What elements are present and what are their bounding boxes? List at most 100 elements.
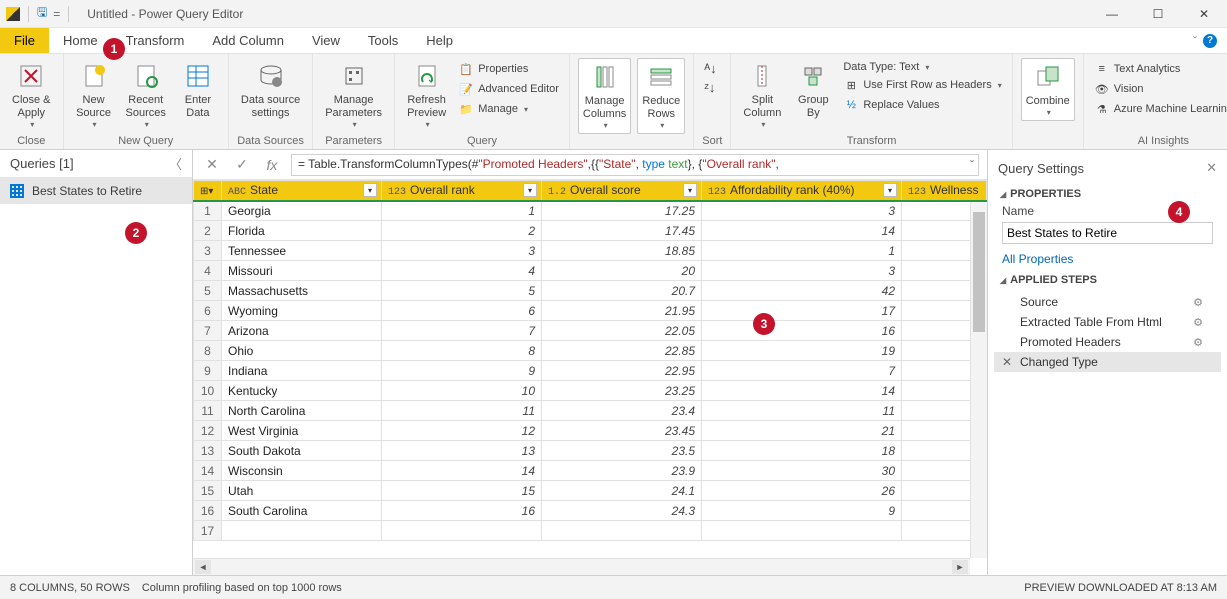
sort-desc-button[interactable]: ᶻ↓	[702, 79, 718, 96]
save-icon[interactable]: 🖫	[37, 3, 47, 24]
vertical-scrollbar[interactable]	[970, 202, 987, 558]
table-row[interactable]: 9Indiana922.957	[194, 361, 987, 381]
accept-formula-icon[interactable]: ✓	[231, 156, 253, 173]
ribbon-collapse-icon[interactable]: ˇ	[1193, 34, 1197, 48]
table-row[interactable]: 10Kentucky1023.2514	[194, 381, 987, 401]
recent-sources-button[interactable]: Recent Sources	[122, 58, 170, 132]
tab-tools[interactable]: Tools	[354, 28, 412, 53]
data-source-settings-button[interactable]: Data source settings	[237, 58, 304, 122]
queries-panel-header: Queries [1]	[10, 156, 74, 171]
azure-ml-button[interactable]: ⚗Azure Machine Learning	[1092, 100, 1227, 118]
status-profiling: Column profiling based on top 1000 rows	[142, 582, 342, 594]
cancel-formula-icon[interactable]: ✕	[201, 156, 223, 173]
table-row[interactable]: 15Utah1524.126	[194, 481, 987, 501]
titlebar: 🖫 = Untitled - Power Query Editor — ☐ ✕	[0, 0, 1227, 28]
close-apply-button[interactable]: Close & Apply	[8, 58, 55, 132]
replace-values-button[interactable]: ½Replace Values	[841, 96, 1003, 114]
step-gear-icon[interactable]: ⚙	[1193, 316, 1203, 329]
query-item[interactable]: Best States to Retire	[0, 178, 192, 204]
filter-icon[interactable]: ▾	[523, 183, 537, 197]
maximize-button[interactable]: ☐	[1135, 0, 1181, 28]
sort-asc-button[interactable]: ᴬ↓	[702, 60, 718, 77]
all-properties-link[interactable]: All Properties	[988, 250, 1227, 268]
table-row[interactable]: 13South Dakota1323.518	[194, 441, 987, 461]
advanced-editor-button[interactable]: 📝Advanced Editor	[456, 80, 561, 98]
grid-corner[interactable]: ⊞▾	[194, 181, 222, 201]
callout-3: 3	[753, 313, 775, 335]
table-row[interactable]: 6Wyoming621.9517	[194, 301, 987, 321]
group-sort-label: Sort	[702, 133, 722, 147]
step-gear-icon[interactable]: ⚙	[1193, 296, 1203, 309]
table-row[interactable]: 5Massachusetts520.742	[194, 281, 987, 301]
group-datasources-label: Data Sources	[237, 133, 304, 147]
reduce-rows-button[interactable]: Reduce Rows	[637, 58, 685, 134]
fx-icon[interactable]: fx	[261, 157, 283, 173]
enter-data-button[interactable]: Enter Data	[176, 58, 220, 122]
split-column-button[interactable]: Split Column	[739, 58, 785, 132]
group-combine-label	[1021, 133, 1075, 147]
col-state[interactable]: ABCState▾	[222, 181, 382, 201]
filter-icon[interactable]: ▾	[683, 183, 697, 197]
callout-1: 1	[103, 38, 125, 60]
group-close-label: Close	[8, 133, 55, 147]
properties-section-header[interactable]: PROPERTIES	[988, 182, 1227, 202]
tab-help[interactable]: Help	[412, 28, 467, 53]
group-params-label: Parameters	[321, 133, 386, 147]
vision-button[interactable]: 👁Vision	[1092, 80, 1227, 98]
minimize-button[interactable]: —	[1089, 0, 1135, 28]
table-row[interactable]: 2Florida217.4514	[194, 221, 987, 241]
name-label: Name	[988, 202, 1227, 220]
preview-area: ✕ ✓ fx = Table.TransformColumnTypes(#"Pr…	[193, 150, 987, 575]
ribbon: Close & Apply Close New Source Recent So…	[0, 54, 1227, 150]
horizontal-scrollbar[interactable]: ◄►	[193, 558, 970, 575]
table-row[interactable]: 14Wisconsin1423.930	[194, 461, 987, 481]
data-type-button[interactable]: Data Type: Text	[841, 60, 1003, 74]
table-row[interactable]: 7Arizona722.0516	[194, 321, 987, 341]
combine-button[interactable]: Combine	[1021, 58, 1075, 121]
col-overall-rank[interactable]: 123Overall rank▾	[382, 181, 542, 201]
group-query-label: Query	[403, 133, 561, 147]
formula-expand-icon[interactable]: ˇ	[970, 158, 974, 172]
applied-step[interactable]: Source⚙	[994, 292, 1221, 312]
manage-parameters-button[interactable]: Manage Parameters	[321, 58, 386, 132]
applied-step[interactable]: ✕Changed Type	[994, 352, 1221, 372]
qat-dropdown[interactable]: =	[53, 7, 60, 21]
formula-bar[interactable]: = Table.TransformColumnTypes(#"Promoted …	[291, 154, 979, 176]
new-source-button[interactable]: New Source	[72, 58, 116, 132]
text-analytics-button[interactable]: ≡Text Analytics	[1092, 60, 1227, 78]
table-row[interactable]: 4Missouri4203	[194, 261, 987, 281]
status-bar: 8 COLUMNS, 50 ROWS Column profiling base…	[0, 575, 1227, 599]
applied-step[interactable]: Promoted Headers⚙	[994, 332, 1221, 352]
callout-2: 2	[125, 222, 147, 244]
table-row[interactable]: 8Ohio822.8519	[194, 341, 987, 361]
applied-steps-header[interactable]: APPLIED STEPS	[988, 268, 1227, 288]
filter-icon[interactable]: ▾	[363, 183, 377, 197]
close-settings-icon[interactable]: ✕	[1206, 160, 1217, 176]
tab-view[interactable]: View	[298, 28, 354, 53]
tab-add-column[interactable]: Add Column	[198, 28, 298, 53]
manage-columns-button[interactable]: Manage Columns	[578, 58, 631, 134]
manage-query-button[interactable]: 📁Manage	[456, 100, 561, 118]
step-gear-icon[interactable]: ⚙	[1193, 336, 1203, 349]
query-name-input[interactable]	[1002, 222, 1213, 244]
first-row-headers-button[interactable]: ⊞Use First Row as Headers	[841, 76, 1003, 94]
table-row[interactable]: 16South Carolina1624.39	[194, 501, 987, 521]
group-by-button[interactable]: Group By	[791, 58, 835, 122]
table-row[interactable]: 3Tennessee318.851	[194, 241, 987, 261]
table-row[interactable]: 11North Carolina1123.411	[194, 401, 987, 421]
delete-step-icon[interactable]: ✕	[1002, 355, 1012, 369]
col-wellness[interactable]: 123Wellness	[902, 181, 987, 201]
close-window-button[interactable]: ✕	[1181, 0, 1227, 28]
data-grid[interactable]: ⊞▾ ABCState▾ 123Overall rank▾ 1.2Overall…	[193, 180, 987, 541]
tab-file[interactable]: File	[0, 28, 49, 53]
collapse-queries-icon[interactable]: 〈	[169, 154, 182, 173]
table-row[interactable]: 12West Virginia1223.4521	[194, 421, 987, 441]
refresh-preview-button[interactable]: Refresh Preview	[403, 58, 450, 132]
help-icon[interactable]: ?	[1203, 34, 1217, 48]
properties-button[interactable]: 📋Properties	[456, 60, 561, 78]
filter-icon[interactable]: ▾	[883, 183, 897, 197]
col-overall-score[interactable]: 1.2Overall score▾	[542, 181, 702, 201]
applied-step[interactable]: Extracted Table From Html⚙	[994, 312, 1221, 332]
table-row[interactable]: 1Georgia117.253	[194, 201, 987, 221]
col-affordability[interactable]: 123Affordability rank (40%)▾	[702, 181, 902, 201]
